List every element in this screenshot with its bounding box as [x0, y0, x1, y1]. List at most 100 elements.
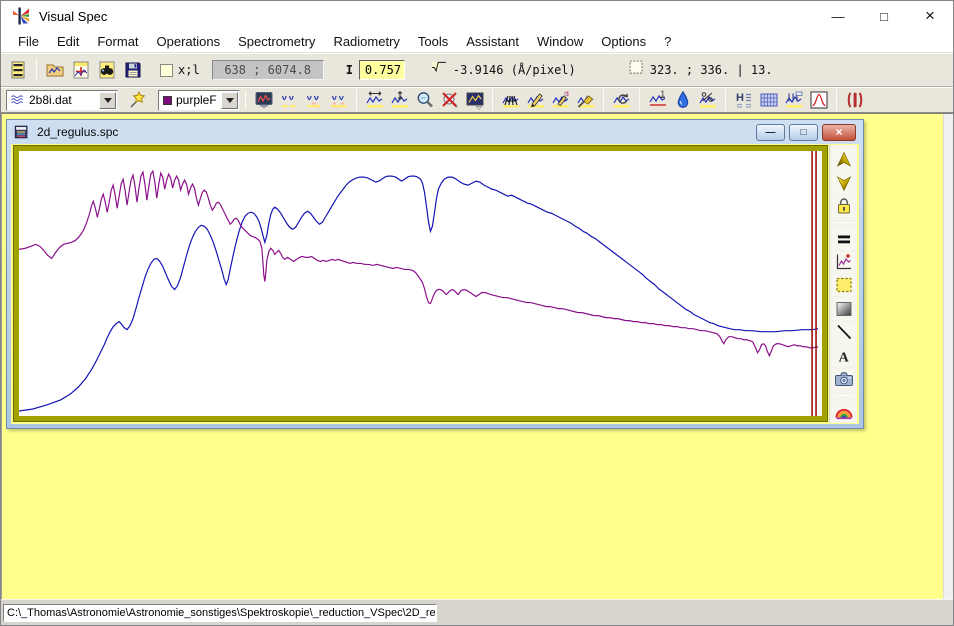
zoom-segment-2-button[interactable]: [301, 89, 326, 112]
export-view-button[interactable]: [462, 89, 487, 112]
document-client-area: A: [11, 144, 859, 424]
picker-icon: [128, 90, 148, 110]
color-combobox[interactable]: purpleF: [158, 90, 240, 111]
replot-button[interactable]: [609, 89, 634, 112]
window-title: Visual Spec: [39, 9, 107, 24]
toolbar-separator: [36, 59, 37, 81]
element-lines-button[interactable]: [781, 89, 806, 112]
svg-text:A: A: [838, 350, 849, 365]
menu-options[interactable]: Options: [592, 32, 655, 51]
intensity-field: 0.757: [359, 60, 405, 80]
document-title: 2d_regulus.spc: [37, 125, 118, 139]
erase-points-button[interactable]: [498, 89, 523, 112]
document-minimize-button[interactable]: —: [756, 124, 785, 141]
menu-edit[interactable]: Edit: [48, 32, 88, 51]
minimize-button[interactable]: —: [815, 1, 861, 31]
spectra-toolbar: 2b8i.dat purpleF 1 H: [1, 88, 953, 113]
apply-tool-button[interactable]: [125, 89, 151, 112]
clean-brush-button[interactable]: [573, 89, 598, 112]
menu-file[interactable]: File: [9, 32, 48, 51]
series-options-button[interactable]: [832, 251, 855, 272]
zoom-segment-1-button[interactable]: [276, 89, 301, 112]
equal-scale-button[interactable]: [832, 228, 855, 249]
scale-x-button[interactable]: [362, 89, 387, 112]
menu-tools[interactable]: Tools: [409, 32, 457, 51]
seg1-icon: [279, 90, 299, 110]
color-combo-arrow[interactable]: [221, 92, 238, 109]
equals-icon: [834, 229, 854, 249]
menu-radiometry[interactable]: Radiometry: [324, 32, 408, 51]
color-palette-button[interactable]: [832, 401, 855, 422]
add-text-button[interactable]: A: [832, 345, 855, 366]
menu-help[interactable]: ?: [655, 32, 680, 51]
menu-spectrometry[interactable]: Spectrometry: [229, 32, 324, 51]
vspec-logo-icon: [11, 6, 31, 26]
toolbar-separator: [639, 89, 640, 111]
file-combo-arrow[interactable]: [99, 92, 116, 109]
radiometry-tool-button[interactable]: [842, 89, 867, 112]
close-button[interactable]: ×: [907, 1, 953, 31]
status-path: C:\_Thomas\Astronomie\Astronomie_sonstig…: [3, 604, 437, 622]
shift-down-button[interactable]: [832, 172, 855, 193]
hydrogen-lines-button[interactable]: H: [731, 89, 756, 112]
chevron-down-icon: [104, 98, 112, 103]
open-profile-button[interactable]: [68, 56, 94, 84]
comb-icon: [501, 90, 521, 110]
document-restore-button[interactable]: □: [789, 124, 818, 141]
series-blue-spectrum: [19, 176, 818, 411]
line-tool-icon: [834, 322, 854, 342]
toolbar-separator: [603, 89, 604, 111]
shift-up-button[interactable]: [832, 149, 855, 170]
maximize-button[interactable]: □: [861, 1, 907, 31]
document-window[interactable]: 2d_regulus.spc — □ × A: [6, 119, 864, 429]
gauss-box-icon: [809, 90, 829, 110]
display-mode-button[interactable]: [251, 89, 276, 112]
arrow-up-icon: [834, 150, 854, 170]
document-titlebar[interactable]: 2d_regulus.spc — □ ×: [7, 120, 863, 144]
profiles-stack-button[interactable]: [5, 56, 31, 84]
zoom-reset-button[interactable]: [437, 89, 462, 112]
save-button[interactable]: [120, 56, 146, 84]
zoom-in-icon: [415, 90, 435, 110]
lock-button[interactable]: [832, 196, 855, 217]
zoom-segment-3-button[interactable]: [326, 89, 351, 112]
water-drop-button[interactable]: [670, 89, 695, 112]
select-area-button[interactable]: [832, 275, 855, 296]
camera-icon: [834, 369, 854, 389]
binoculars-icon: [97, 60, 117, 80]
waves-icon: [10, 93, 25, 108]
cursor-position-field: 638 ; 6074.8: [212, 60, 324, 80]
open-file-button[interactable]: [42, 56, 68, 84]
menu-window[interactable]: Window: [528, 32, 592, 51]
browse-files-button[interactable]: [94, 56, 120, 84]
menu-assistant[interactable]: Assistant: [457, 32, 528, 51]
marquee-icon: [628, 59, 645, 76]
draw-marker-button[interactable]: [548, 89, 573, 112]
draw-line-button[interactable]: [832, 322, 855, 343]
display-icon: [254, 90, 274, 110]
document-controls: — □ ×: [756, 124, 856, 141]
spectrum-chart[interactable]: [14, 146, 827, 421]
periodic-icon: [759, 90, 779, 110]
zoom-in-button[interactable]: [412, 89, 437, 112]
draw-pencil-button[interactable]: [523, 89, 548, 112]
periodic-table-button[interactable]: [756, 89, 781, 112]
radical-wave-icon: [431, 59, 448, 76]
gaussian-fit-button[interactable]: [806, 89, 831, 112]
fill-gradient-button[interactable]: [832, 298, 855, 319]
file-combobox[interactable]: 2b8i.dat: [6, 90, 118, 111]
normalize-to-1-button[interactable]: 1: [645, 89, 670, 112]
spectrum-plot[interactable]: [19, 151, 822, 416]
toolbar-separator: [725, 89, 726, 111]
coord-mode-checkbox[interactable]: [160, 64, 173, 77]
seg2-icon: [304, 90, 324, 110]
menu-operations[interactable]: Operations: [148, 32, 230, 51]
norm-1-icon: 1: [648, 90, 668, 110]
document-close-button[interactable]: ×: [822, 124, 856, 141]
toolbar-separator: [834, 222, 853, 223]
series-chart-icon: [834, 252, 854, 272]
divide-percent-button[interactable]: [695, 89, 720, 112]
snapshot-camera-button[interactable]: [832, 368, 855, 389]
menu-format[interactable]: Format: [88, 32, 147, 51]
scale-y-button[interactable]: [387, 89, 412, 112]
